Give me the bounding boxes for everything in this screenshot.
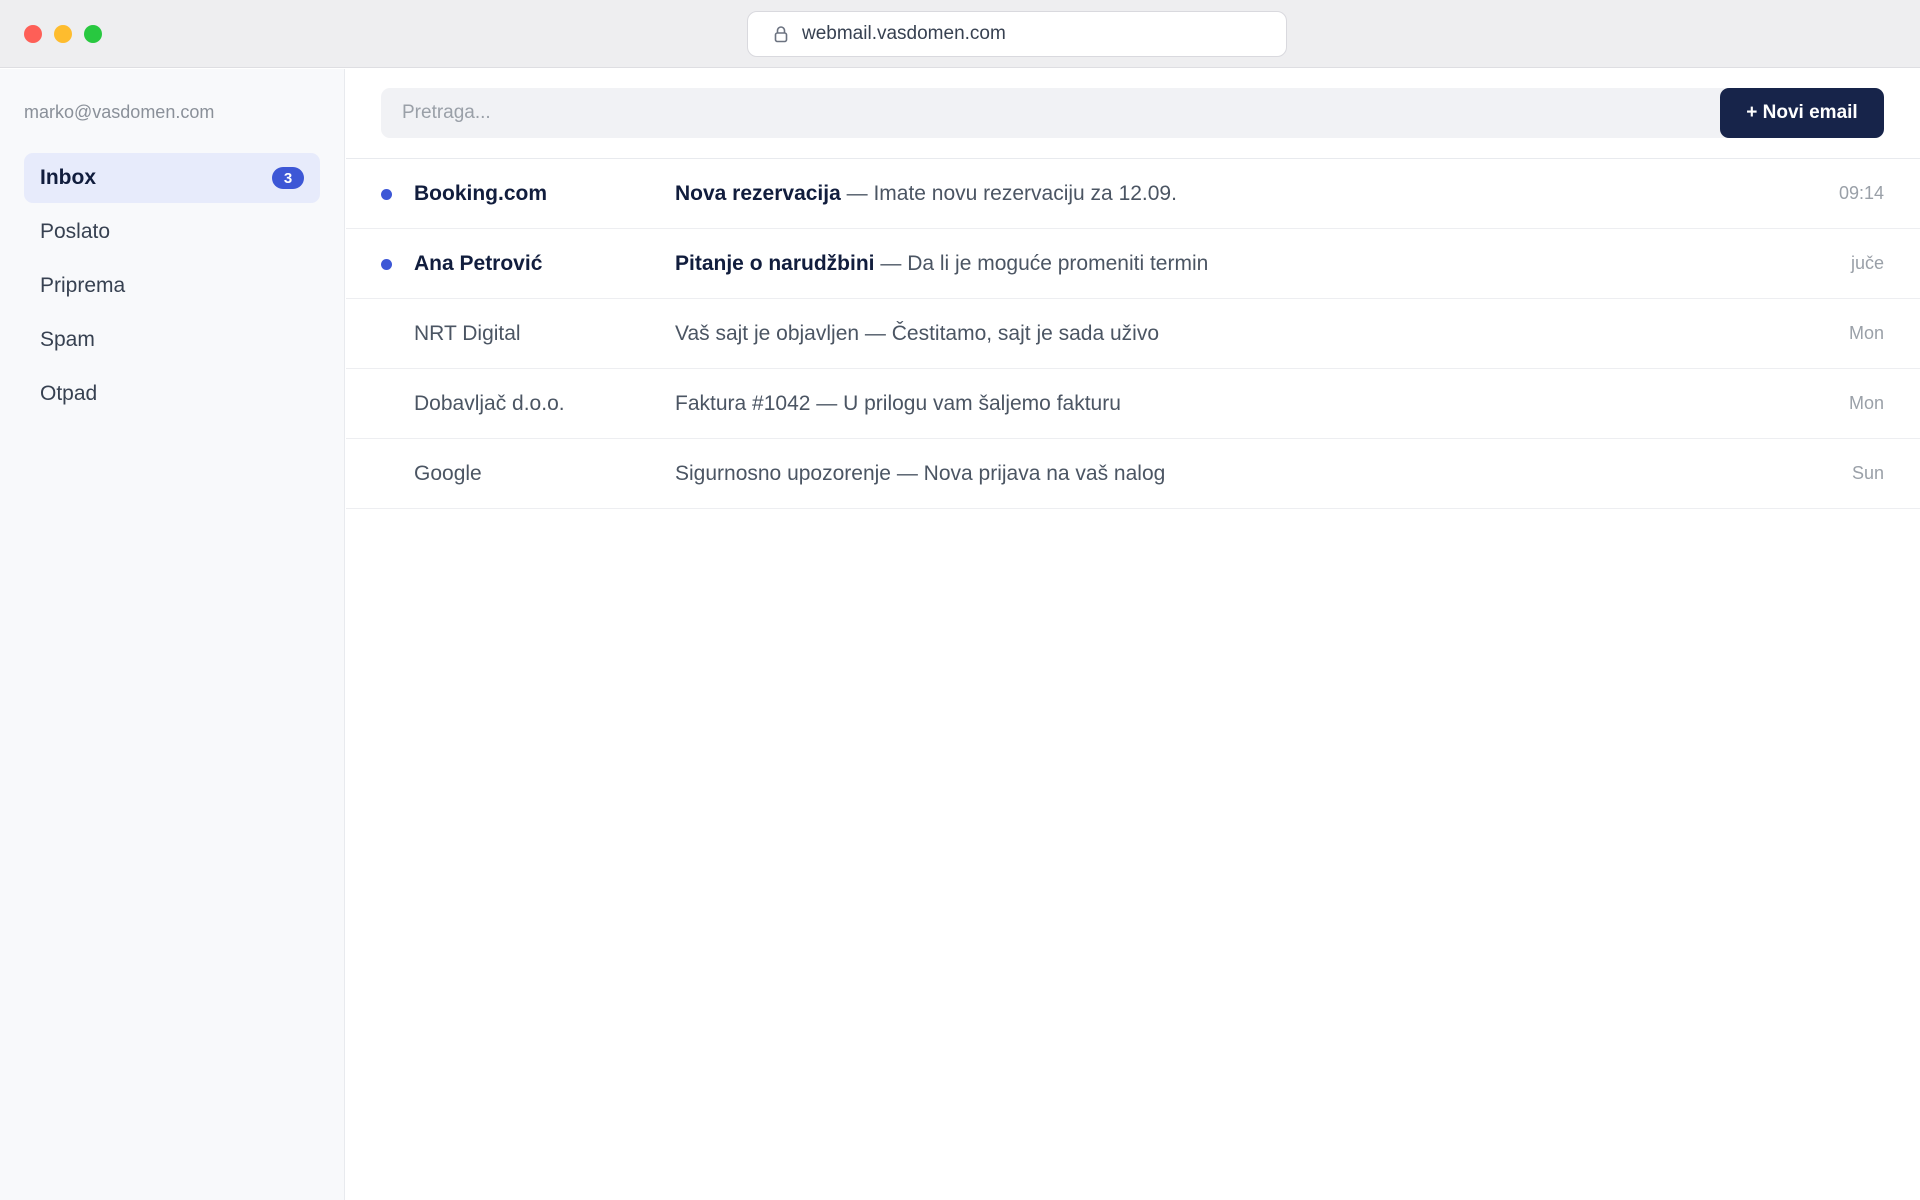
message-list: Booking.com Nova rezervacija — Imate nov… [346, 159, 1920, 509]
message-preview: Nova prijava na vaš nalog [923, 461, 1166, 485]
folder-label: Spam [40, 328, 95, 351]
message-subject: Faktura #1042 [675, 391, 811, 415]
maximize-window-button[interactable] [84, 25, 102, 43]
message-row[interactable]: Ana Petrović Pitanje o narudžbini — Da l… [346, 229, 1920, 299]
message-subject: Sigurnosno upozorenje [675, 461, 891, 485]
message-preview: U prilogu vam šaljemo fakturu [843, 391, 1121, 415]
message-row[interactable]: Google Sigurnosno upozorenje — Nova prij… [346, 439, 1920, 509]
message-sender: Ana Petrović [414, 251, 543, 275]
message-sender: NRT Digital [414, 321, 521, 345]
message-content: Faktura #1042 — U prilogu vam šaljemo fa… [675, 392, 1121, 416]
sidebar: marko@vasdomen.com Inbox 3 Poslato Pripr… [0, 69, 345, 1200]
message-separator: — [859, 321, 892, 345]
message-content: Vaš sajt je objavljen — Čestitamo, sajt … [675, 322, 1159, 346]
folder-inbox[interactable]: Inbox 3 [24, 153, 320, 203]
lock-icon [774, 25, 788, 43]
folder-sent[interactable]: Poslato [24, 207, 320, 257]
main-panel: + Novi email Booking.com Nova rezervacij… [346, 69, 1920, 1200]
message-separator: — [840, 181, 874, 205]
folder-label: Priprema [40, 274, 126, 297]
message-date: Mon [1848, 393, 1884, 413]
message-row[interactable]: Dobavljač d.o.o. Faktura #1042 — U prilo… [346, 369, 1920, 439]
message-sender: Dobavljač d.o.o. [414, 391, 565, 415]
message-content: Nova rezervacija — Imate novu rezervacij… [675, 182, 1177, 206]
url-text: webmail.vasdomen.com [802, 23, 1006, 44]
message-sender: Booking.com [414, 181, 548, 205]
folder-list: Inbox 3 Poslato Priprema Spam Otpad [24, 153, 320, 423]
message-subject: Vaš sajt je objavljen [675, 321, 860, 345]
message-date: Mon [1848, 323, 1884, 343]
address-bar[interactable]: webmail.vasdomen.com [747, 11, 1287, 57]
message-separator: — [874, 251, 908, 275]
message-preview: Čestitamo, sajt je sada uživo [891, 321, 1160, 345]
message-subject: Pitanje o narudžbini [675, 251, 875, 275]
message-content: Sigurnosno upozorenje — Nova prijava na … [675, 462, 1165, 486]
browser-chrome: webmail.vasdomen.com [0, 0, 1920, 68]
folder-label: Inbox [40, 166, 96, 189]
message-row[interactable]: Booking.com Nova rezervacija — Imate nov… [346, 159, 1920, 229]
close-window-button[interactable] [24, 25, 42, 43]
message-date: Sun [1851, 463, 1884, 483]
message-separator: — [810, 391, 844, 415]
window-controls [24, 25, 102, 43]
folder-drafts[interactable]: Priprema [24, 261, 320, 311]
message-content: Pitanje o narudžbini — Da li je moguće p… [675, 252, 1208, 276]
unread-indicator [381, 259, 392, 270]
message-row[interactable]: NRT Digital Vaš sajt je objavljen — Čest… [346, 299, 1920, 369]
folder-label: Otpad [40, 382, 98, 405]
search-input[interactable] [381, 88, 1731, 138]
folder-trash[interactable]: Otpad [24, 369, 320, 419]
folder-spam[interactable]: Spam [24, 315, 320, 365]
unread-count-badge: 3 [272, 167, 304, 189]
minimize-window-button[interactable] [54, 25, 72, 43]
message-date: juče [1850, 253, 1884, 273]
toolbar: + Novi email [346, 69, 1920, 159]
account-email: marko@vasdomen.com [24, 102, 215, 122]
message-preview: Imate novu rezervaciju za 12.09. [873, 181, 1177, 205]
folder-label: Poslato [40, 220, 111, 243]
message-separator: — [891, 461, 924, 485]
message-subject: Nova rezervacija [675, 181, 841, 205]
compose-button[interactable]: + Novi email [1720, 88, 1884, 138]
message-preview: Da li je moguće promeniti termin [907, 251, 1209, 275]
message-sender: Google [414, 461, 482, 485]
unread-indicator [381, 189, 392, 200]
message-date: 09:14 [1838, 183, 1884, 203]
